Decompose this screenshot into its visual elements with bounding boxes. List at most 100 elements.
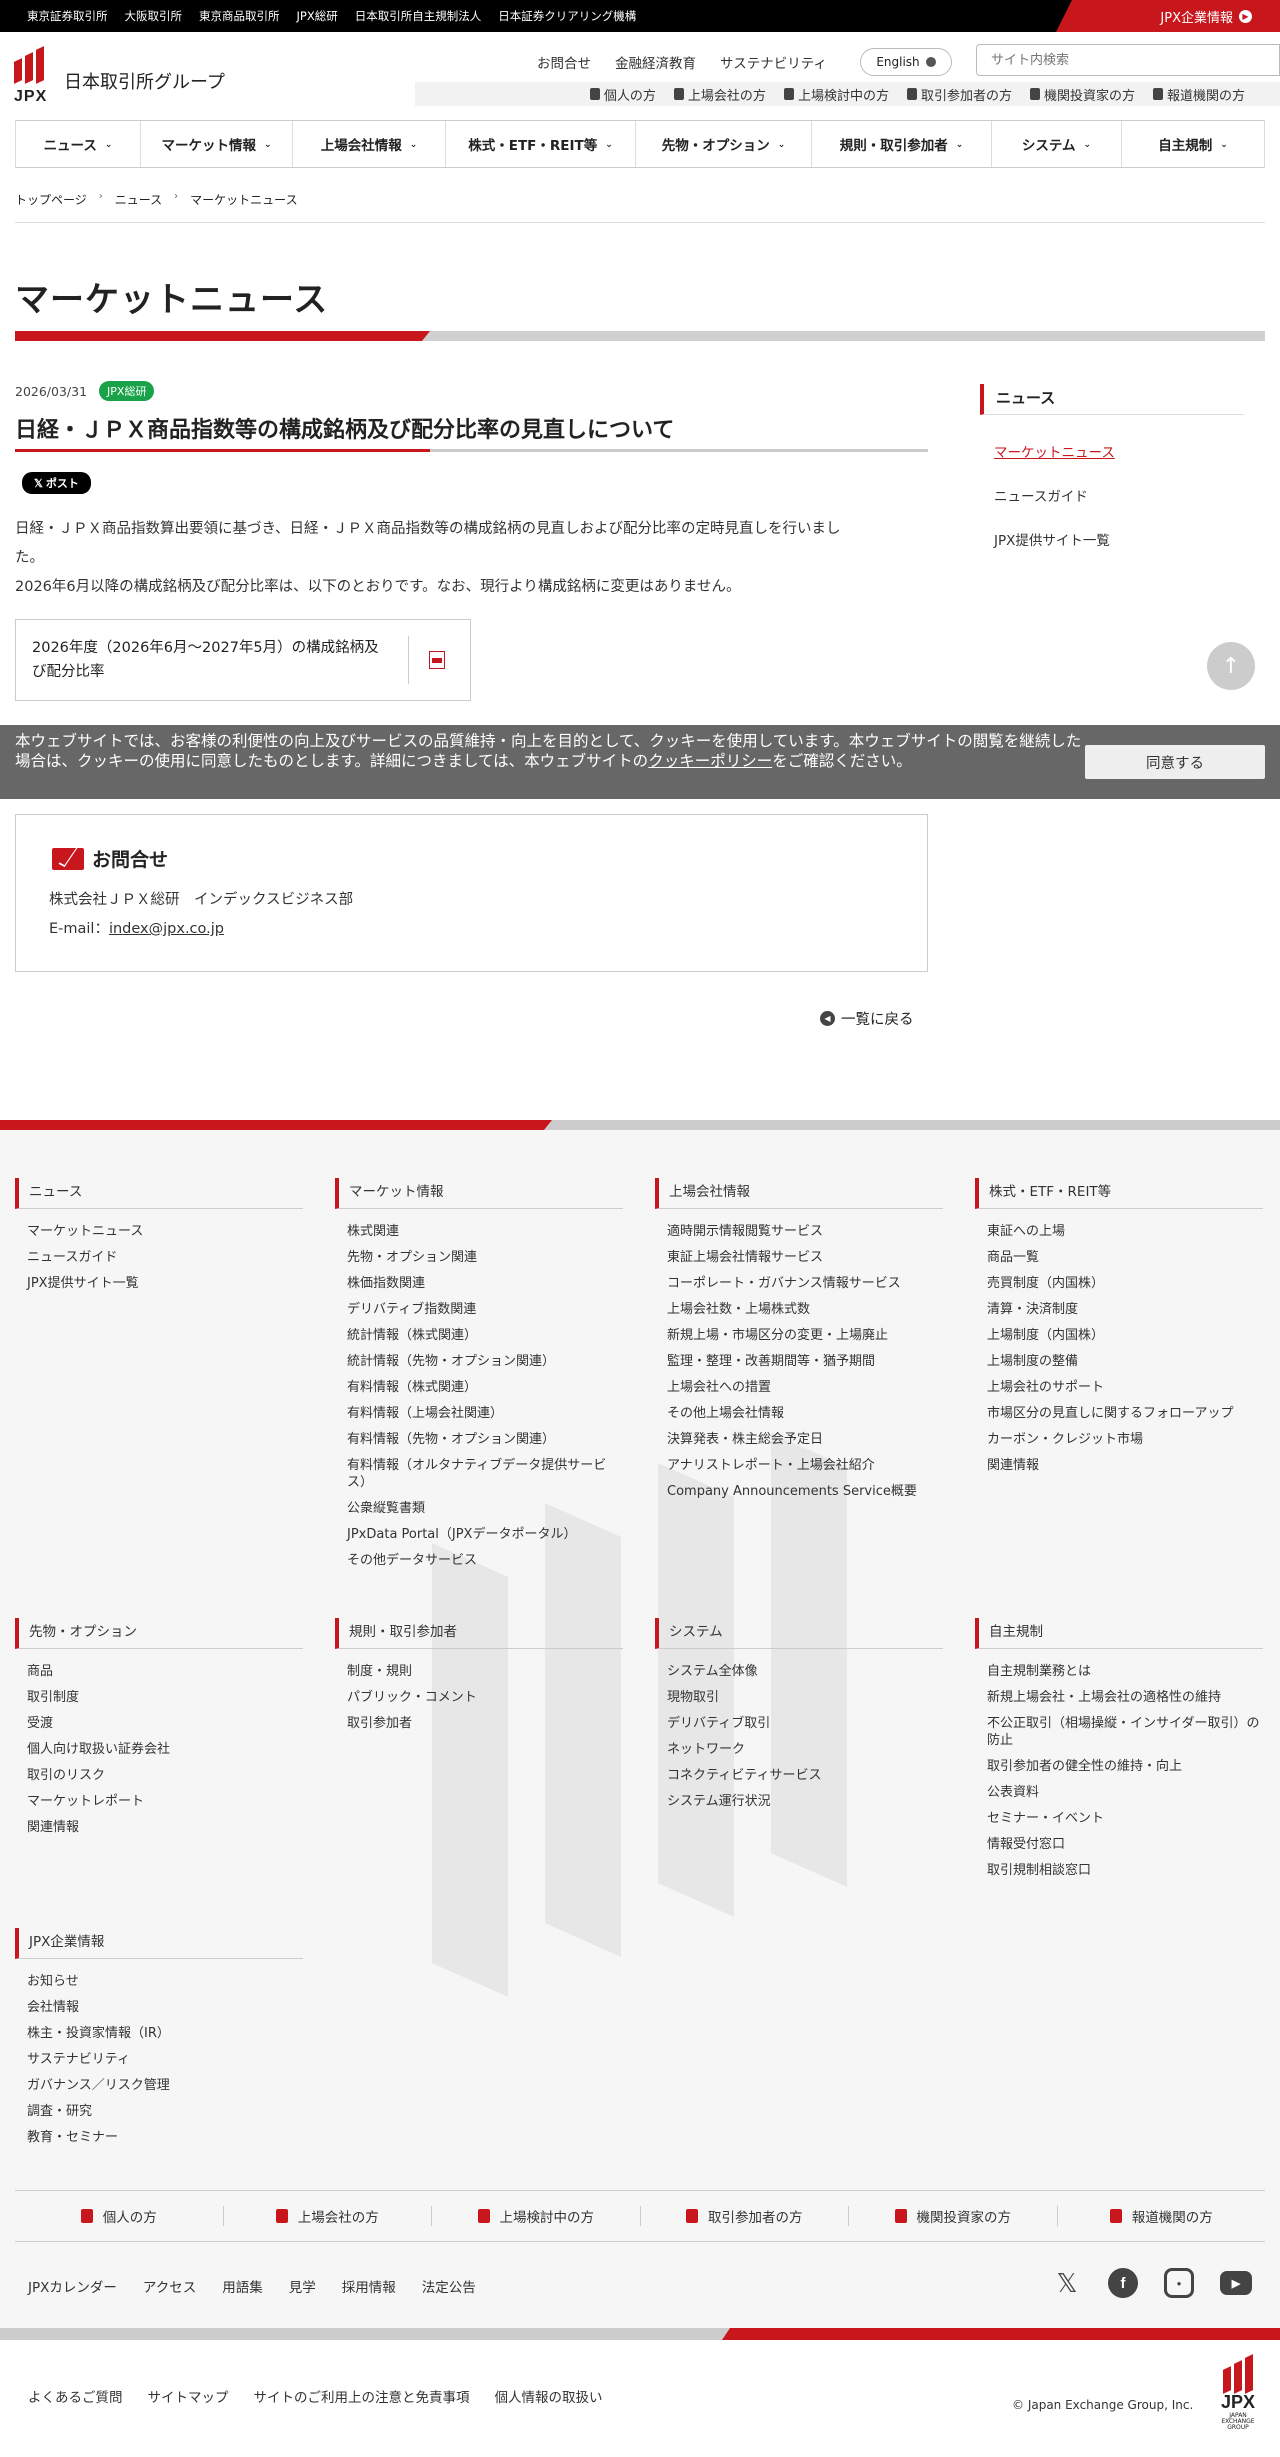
footer-link[interactable]: 会社情報 [27, 1999, 303, 2016]
footer-link[interactable]: 清算・決済制度 [987, 1301, 1263, 1318]
side-link-jpx-sites[interactable]: JPX提供サイト一覧 [980, 529, 1244, 549]
footer-link[interactable]: デリバティブ指数関連 [347, 1301, 623, 1318]
page-top-button[interactable]: ↑ [1207, 642, 1255, 690]
footer-link[interactable]: コーポレート・ガバナンス情報サービス [667, 1275, 943, 1292]
footer-link[interactable]: 有料情報（先物・オプション関連） [347, 1431, 623, 1448]
footer-link[interactable]: セミナー・イベント [987, 1810, 1263, 1827]
footer-column-heading[interactable]: 先物・オプション [15, 1618, 303, 1649]
group-link-ose[interactable]: 大阪取引所 [125, 8, 183, 24]
footer-link[interactable]: 取引参加者 [347, 1715, 623, 1732]
footer-link[interactable]: 自主規制業務とは [987, 1663, 1263, 1680]
footer-link[interactable]: Company Announcements Service概要 [667, 1483, 943, 1500]
side-link-market-news[interactable]: マーケットニュース [980, 441, 1244, 461]
footer-link[interactable]: 適時開示情報閲覧サービス [667, 1223, 943, 1240]
cookie-policy-link[interactable]: クッキーポリシー [648, 752, 772, 770]
audience-individual[interactable]: 個人の方 [589, 85, 656, 104]
footer-column-heading[interactable]: 規則・取引参加者 [335, 1618, 623, 1649]
footer-link[interactable]: コネクティビティサービス [667, 1767, 943, 1784]
footer-link-calendar[interactable]: JPXカレンダー [28, 2276, 117, 2296]
footer-link[interactable]: 制度・規則 [347, 1663, 623, 1680]
footer-column-heading[interactable]: システム [655, 1618, 943, 1649]
util-link-sustainability[interactable]: サステナビリティ [720, 52, 827, 72]
footer-link[interactable]: サステナビリティ [27, 2051, 303, 2068]
breadcrumb-top[interactable]: トップページ [15, 191, 87, 208]
gnav-item[interactable]: ニュース ⌄ [15, 121, 141, 167]
legal-link-faq[interactable]: よくあるご質問 [28, 2386, 123, 2406]
footer-link[interactable]: お知らせ [27, 1973, 303, 1990]
footer-column-heading[interactable]: 株式・ETF・REIT等 [975, 1178, 1263, 1209]
footer-link[interactable]: 公表資料 [987, 1784, 1263, 1801]
audience-prospective[interactable]: 上場検討中の方 [783, 85, 889, 104]
footer-link[interactable]: デリバティブ取引 [667, 1715, 943, 1732]
footer-link[interactable]: JPX提供サイト一覧 [27, 1275, 303, 1292]
footer-link[interactable]: 教育・セミナー [27, 2129, 303, 2146]
audience-press[interactable]: 報道機関の方 [1152, 85, 1245, 104]
footer-audience-individual[interactable]: 個人の方 [15, 2206, 224, 2226]
legal-link-terms[interactable]: サイトのご利用上の注意と免責事項 [254, 2386, 470, 2406]
footer-link[interactable]: ネットワーク [667, 1741, 943, 1758]
footer-link-access[interactable]: アクセス [143, 2276, 196, 2296]
audience-listed[interactable]: 上場会社の方 [673, 85, 766, 104]
legal-link-sitemap[interactable]: サイトマップ [148, 2386, 229, 2406]
footer-link[interactable]: 株主・投資家情報（IR） [27, 2025, 303, 2042]
gnav-item[interactable]: 先物・オプション ⌄ [636, 121, 812, 167]
pdf-download-link[interactable]: 2026年度（2026年6月～2027年5月）の構成銘柄及び配分比率 [15, 619, 471, 701]
audience-participants[interactable]: 取引参加者の方 [906, 85, 1012, 104]
footer-link[interactable]: 市場区分の見直しに関するフォローアップ [987, 1405, 1263, 1422]
footer-link[interactable]: 新規上場会社・上場会社の適格性の維持 [987, 1689, 1263, 1706]
footer-column-heading[interactable]: ニュース [15, 1178, 303, 1209]
footer-link[interactable]: 公衆縦覧書類 [347, 1500, 623, 1517]
footer-link[interactable]: その他データサービス [347, 1552, 623, 1569]
footer-link[interactable]: 売買制度（内国株） [987, 1275, 1263, 1292]
footer-link[interactable]: 統計情報（先物・オプション関連） [347, 1353, 623, 1370]
footer-link[interactable]: ニュースガイド [27, 1249, 303, 1266]
facebook-icon[interactable]: f [1108, 2268, 1138, 2298]
footer-link[interactable]: その他上場会社情報 [667, 1405, 943, 1422]
footer-link[interactable]: 不公正取引（相場操縦・インサイダー取引）の防止 [987, 1715, 1263, 1749]
footer-link[interactable]: アナリストレポート・上場会社紹介 [667, 1457, 943, 1474]
back-to-list-link[interactable]: ◀ 一覧に戻る [820, 1008, 914, 1029]
footer-link[interactable]: 上場制度（内国株） [987, 1327, 1263, 1344]
gnav-item[interactable]: 株式・ETF・REIT等 ⌄ [446, 121, 636, 167]
footer-link[interactable]: 上場会社のサポート [987, 1379, 1263, 1396]
footer-link-recruit[interactable]: 採用情報 [342, 2276, 396, 2296]
util-link-education[interactable]: 金融経済教育 [615, 52, 696, 72]
cookie-agree-button[interactable]: 同意する [1085, 745, 1265, 779]
contact-email-link[interactable]: index@jpx.co.jp [109, 921, 224, 937]
site-search-input[interactable] [976, 44, 1280, 76]
footer-link[interactable]: 商品 [27, 1663, 303, 1680]
gnav-item[interactable]: 自主規制 ⌄ [1122, 121, 1265, 167]
footer-column-heading[interactable]: 上場会社情報 [655, 1178, 943, 1209]
footer-column-heading[interactable]: JPX企業情報 [15, 1928, 303, 1959]
footer-link[interactable]: 有料情報（オルタナティブデータ提供サービス） [347, 1457, 623, 1491]
footer-link[interactable]: システム運行状況 [667, 1793, 943, 1810]
footer-link[interactable]: 監理・整理・改善期間等・猶予期間 [667, 1353, 943, 1370]
footer-audience-prospective[interactable]: 上場検討中の方 [432, 2206, 641, 2226]
footer-link[interactable]: 取引参加者の健全性の維持・向上 [987, 1758, 1263, 1775]
footer-link[interactable]: 商品一覧 [987, 1249, 1263, 1266]
footer-audience-press[interactable]: 報道機関の方 [1058, 2206, 1266, 2226]
footer-link[interactable]: システム全体像 [667, 1663, 943, 1680]
footer-link[interactable]: 株式関連 [347, 1223, 623, 1240]
footer-link[interactable]: 有料情報（株式関連） [347, 1379, 623, 1396]
footer-link[interactable]: 関連情報 [987, 1457, 1263, 1474]
footer-audience-participants[interactable]: 取引参加者の方 [641, 2206, 849, 2226]
gnav-item[interactable]: 上場会社情報 ⌄ [293, 121, 446, 167]
footer-link[interactable]: カーボン・クレジット市場 [987, 1431, 1263, 1448]
footer-link[interactable]: 先物・オプション関連 [347, 1249, 623, 1266]
x-icon[interactable]: 𝕏 [1052, 2268, 1082, 2298]
legal-link-privacy[interactable]: 個人情報の取扱い [495, 2386, 603, 2406]
footer-link[interactable]: パブリック・コメント [347, 1689, 623, 1706]
group-link-tse[interactable]: 東京証券取引所 [27, 8, 108, 24]
footer-column-heading[interactable]: 自主規制 [975, 1618, 1263, 1649]
footer-link[interactable]: 上場制度の整備 [987, 1353, 1263, 1370]
footer-link[interactable]: 上場会社への措置 [667, 1379, 943, 1396]
footer-audience-institutional[interactable]: 機関投資家の方 [849, 2206, 1058, 2226]
footer-link[interactable]: 新規上場・市場区分の変更・上場廃止 [667, 1327, 943, 1344]
group-link-jpxr[interactable]: 日本取引所自主規制法人 [355, 8, 482, 24]
gnav-item[interactable]: 規則・取引参加者 ⌄ [812, 121, 992, 167]
x-post-button[interactable]: 𝕏 ポスト [22, 472, 91, 494]
footer-link[interactable]: 取引のリスク [27, 1767, 303, 1784]
gnav-item[interactable]: マーケット情報 ⌄ [141, 121, 293, 167]
footer-link[interactable]: 受渡 [27, 1715, 303, 1732]
